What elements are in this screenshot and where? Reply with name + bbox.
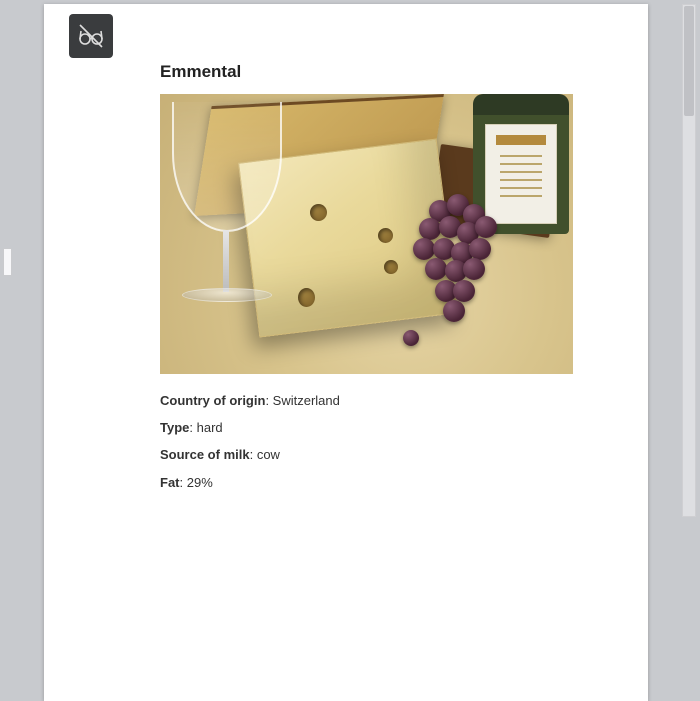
vertical-scrollbar[interactable] [682,4,696,517]
property-label: Country of origin [160,393,265,408]
property-value: hard [197,420,223,435]
property-label: Source of milk [160,447,250,462]
scrollbar-thumb[interactable] [684,6,694,116]
page-title: Emmental [160,62,596,82]
property-value: cow [257,447,280,462]
reader-mode-toggle-button[interactable] [69,14,113,58]
pane-splitter-handle[interactable] [3,248,12,276]
document-page: Emmental [44,4,648,701]
property-country: Country of origin: Switzerland [160,392,596,410]
property-fat: Fat: 29% [160,474,596,492]
property-label: Fat [160,475,180,490]
property-value: Switzerland [273,393,340,408]
property-type: Type: hard [160,419,596,437]
property-label: Type [160,420,189,435]
property-milk: Source of milk: cow [160,446,596,464]
properties-list: Country of origin: Switzerland Type: har… [160,392,596,492]
property-value: 29% [187,475,213,490]
glasses-off-icon [76,21,106,51]
cheese-photo [160,94,573,374]
